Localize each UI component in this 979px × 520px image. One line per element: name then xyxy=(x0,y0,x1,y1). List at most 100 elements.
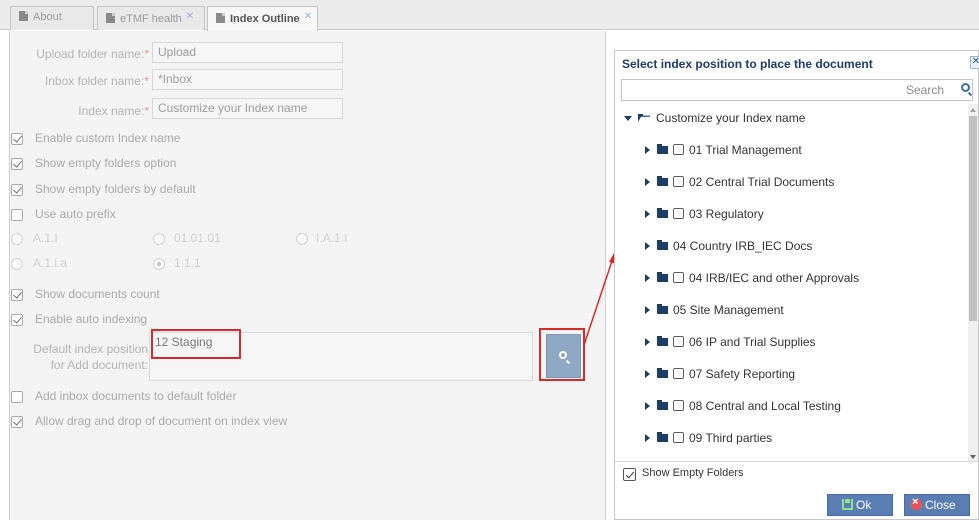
show-empty-default-checkbox[interactable] xyxy=(11,184,23,196)
close-button[interactable]: Close xyxy=(904,494,970,516)
tree-item-label: 07 Safety Reporting xyxy=(689,367,796,381)
document-icon xyxy=(19,11,28,21)
tree-item-07[interactable]: 07 Safety Reporting xyxy=(645,367,795,385)
tree-root[interactable]: Customize your Index name xyxy=(624,111,805,129)
tab-index-outline[interactable]: Index Outline ✕ xyxy=(207,6,318,31)
radio-ia1i-label: I.A.1.I xyxy=(316,231,348,245)
tree-item-label: 02 Central Trial Documents xyxy=(689,175,835,189)
radio-010101[interactable] xyxy=(153,233,165,245)
enable-custom-index-label: Enable custom Index name xyxy=(35,131,181,145)
tree-item-09[interactable]: 09 Third parties xyxy=(645,431,772,449)
radio-a1i-label: A.1.I xyxy=(33,231,58,245)
auto-indexing-checkbox[interactable] xyxy=(11,314,23,326)
chevron-right-icon[interactable] xyxy=(645,242,650,250)
scroll-down-icon[interactable] xyxy=(970,455,976,459)
tab-index-outline-label: Index Outline xyxy=(230,13,300,25)
documents-count-checkbox[interactable] xyxy=(11,289,23,301)
show-empty-folders-checkbox[interactable] xyxy=(623,468,636,481)
tree-checkbox[interactable] xyxy=(673,272,684,283)
tab-etmf-health-label: eTMF health xyxy=(120,13,182,25)
folder-icon xyxy=(657,304,668,314)
document-icon xyxy=(216,13,225,23)
tree-item-label: 09 Third parties xyxy=(689,431,773,445)
highlight-default-value xyxy=(151,329,241,359)
auto-indexing-label: Enable auto indexing xyxy=(35,312,148,326)
radio-a1ia-label: A.1.i.a xyxy=(33,256,68,270)
radio-010101-label: 01.01.01 xyxy=(174,231,221,245)
scrollbar-thumb[interactable] xyxy=(969,116,977,321)
tab-bar: About eTMF health ✕ Index Outline ✕ xyxy=(0,0,979,31)
tree-item-01[interactable]: 01 Trial Management xyxy=(645,143,802,161)
folder-icon xyxy=(657,208,668,218)
add-inbox-checkbox[interactable] xyxy=(11,391,23,403)
ok-button[interactable]: Ok xyxy=(827,494,893,516)
tree-item-label: 06 IP and Trial Supplies xyxy=(689,335,816,349)
index-position-dialog: Select index position to place the docum… xyxy=(614,50,979,520)
chevron-right-icon[interactable] xyxy=(645,210,650,218)
tab-about[interactable]: About xyxy=(10,6,94,30)
folder-icon xyxy=(657,400,668,410)
tree-item-03[interactable]: 03 Regulatory xyxy=(645,207,764,225)
tree-item-label: 03 Regulatory xyxy=(689,207,764,221)
radio-111[interactable] xyxy=(153,258,165,270)
radio-a1ia[interactable] xyxy=(11,258,23,270)
tab-etmf-health[interactable]: eTMF health ✕ xyxy=(97,6,205,30)
tree-checkbox[interactable] xyxy=(673,144,684,155)
chevron-right-icon[interactable] xyxy=(645,274,650,282)
chevron-right-icon[interactable] xyxy=(645,178,650,186)
tree-item-label: 08 Central and Local Testing xyxy=(689,399,841,413)
folder-icon xyxy=(657,240,668,250)
chevron-right-icon[interactable] xyxy=(645,338,650,346)
default-index-label-line1: Default index position xyxy=(33,342,148,356)
tree-scrollbar[interactable] xyxy=(968,104,978,462)
tree-item-label: 04 Country IRB_IEC Docs xyxy=(673,239,813,253)
auto-prefix-checkbox[interactable] xyxy=(11,209,23,221)
tree-checkbox[interactable] xyxy=(673,432,684,443)
ok-button-label: Ok xyxy=(856,498,872,512)
index-name-input[interactable]: Customize your Index name xyxy=(152,98,343,119)
tree-item-04-irb[interactable]: 04 IRB/IEC and other Approvals xyxy=(645,271,859,289)
chevron-right-icon[interactable] xyxy=(645,402,650,410)
close-tab-icon[interactable]: ✕ xyxy=(304,11,312,22)
document-icon xyxy=(106,13,115,23)
tree-item-04-country[interactable]: 04 Country IRB_IEC Docs xyxy=(645,239,812,257)
upload-folder-label: Upload folder name:* xyxy=(36,47,149,61)
dialog-divider xyxy=(615,461,978,462)
scroll-up-icon[interactable] xyxy=(970,108,976,112)
inbox-folder-input[interactable]: *Inbox xyxy=(152,69,343,90)
chevron-right-icon[interactable] xyxy=(645,370,650,378)
tree-checkbox[interactable] xyxy=(673,208,684,219)
tree-checkbox[interactable] xyxy=(673,336,684,347)
chevron-down-icon[interactable] xyxy=(624,116,632,121)
save-icon xyxy=(842,499,853,510)
upload-folder-input[interactable]: Upload xyxy=(152,42,343,63)
tree-checkbox[interactable] xyxy=(673,176,684,187)
folder-icon xyxy=(657,368,668,378)
tab-about-label: About xyxy=(33,11,62,23)
close-icon xyxy=(911,496,922,510)
enable-custom-index-checkbox[interactable] xyxy=(11,133,23,145)
tree-item-02[interactable]: 02 Central Trial Documents xyxy=(645,175,834,193)
chevron-right-icon[interactable] xyxy=(645,146,650,154)
chevron-right-icon[interactable] xyxy=(645,434,650,442)
index-tree: Customize your Index name 01 Trial Manag… xyxy=(616,104,968,462)
tree-item-05[interactable]: 05 Site Management xyxy=(645,303,784,321)
search-input[interactable] xyxy=(622,80,958,100)
drag-drop-checkbox[interactable] xyxy=(11,416,23,428)
radio-ia1i[interactable] xyxy=(296,233,308,245)
show-empty-default-label: Show empty folders by default xyxy=(35,182,196,196)
tree-item-08[interactable]: 08 Central and Local Testing xyxy=(645,399,841,417)
tree-checkbox[interactable] xyxy=(673,400,684,411)
tree-item-06[interactable]: 06 IP and Trial Supplies xyxy=(645,335,816,353)
close-tab-icon[interactable]: ✕ xyxy=(186,11,194,22)
chevron-right-icon[interactable] xyxy=(645,306,650,314)
index-name-label: Index name:* xyxy=(78,104,149,118)
tree-checkbox[interactable] xyxy=(673,368,684,379)
show-empty-option-checkbox[interactable] xyxy=(11,158,23,170)
dialog-close-icon[interactable]: ✕ xyxy=(970,56,979,69)
close-button-label: Close xyxy=(925,498,956,512)
tree-item-label: 04 IRB/IEC and other Approvals xyxy=(689,271,860,285)
search-icon[interactable] xyxy=(961,83,970,92)
radio-a1i[interactable] xyxy=(11,233,23,245)
auto-prefix-label: Use auto prefix xyxy=(35,207,116,221)
